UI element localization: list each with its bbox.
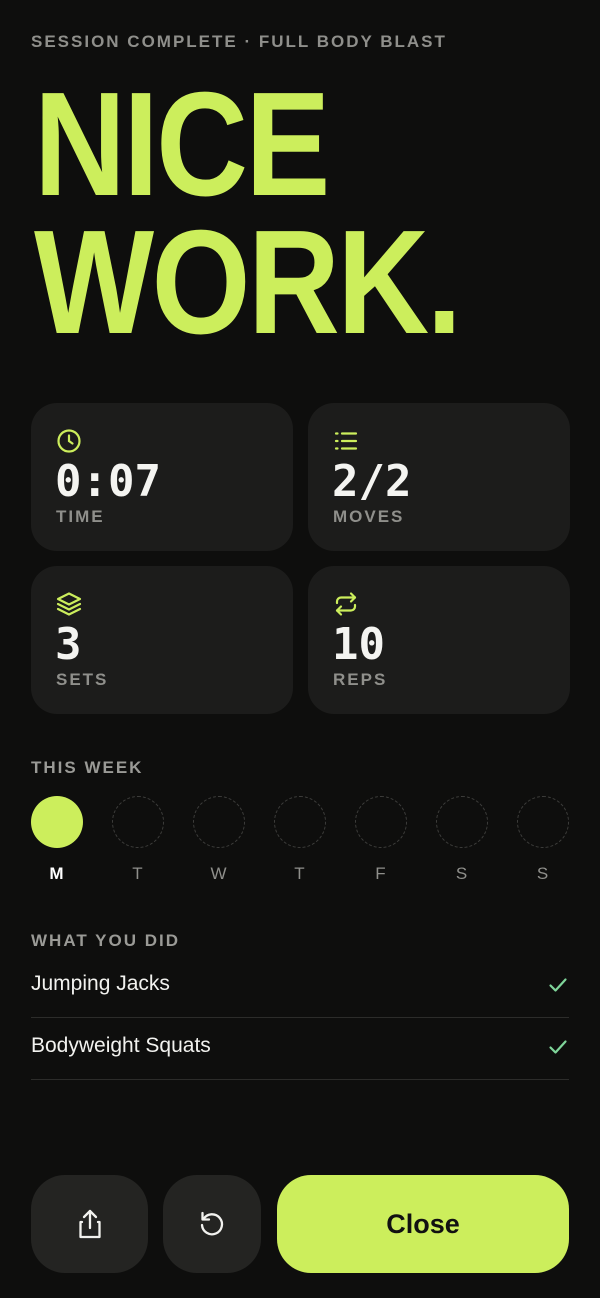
layers-icon — [56, 592, 82, 616]
day-sunday: S — [516, 796, 570, 884]
day-thursday: T — [273, 796, 327, 884]
stat-value: 10 — [332, 619, 385, 670]
exercise-name: Bodyweight Squats — [31, 1034, 211, 1057]
what-you-did-title: WHAT YOU DID — [31, 931, 180, 950]
day-circle — [436, 796, 488, 848]
hero-line-1: NICE — [34, 62, 330, 227]
list-icon — [334, 432, 358, 450]
day-letter: T — [132, 864, 144, 883]
stat-label: TIME — [56, 507, 105, 526]
day-circle-completed — [31, 796, 83, 848]
day-circle — [274, 796, 326, 848]
day-saturday: S — [435, 796, 489, 884]
repeat-icon — [335, 592, 357, 616]
day-circle — [193, 796, 245, 848]
stat-value: 0:07 — [55, 456, 161, 507]
check-icon — [549, 1040, 567, 1054]
share-button[interactable] — [31, 1175, 148, 1273]
day-tuesday: T — [111, 796, 165, 884]
clock-icon — [57, 429, 81, 453]
day-circle — [355, 796, 407, 848]
stat-value: 2/2 — [332, 456, 412, 507]
day-circle — [517, 796, 569, 848]
stat-card-sets: 3 SETS — [31, 566, 293, 714]
exercise-name: Jumping Jacks — [31, 972, 170, 995]
day-letter: T — [294, 864, 306, 883]
session-eyebrow: SESSION COMPLETE · FULL BODY BLAST — [31, 32, 447, 51]
day-letter: S — [536, 864, 550, 883]
exercise-row: Jumping Jacks — [31, 956, 569, 1018]
restart-button[interactable] — [163, 1175, 261, 1273]
hero-title: NICE WORK. — [34, 62, 462, 365]
stat-card-moves: 2/2 MOVES — [308, 403, 570, 551]
this-week-title: THIS WEEK — [31, 758, 144, 777]
share-icon — [78, 1209, 101, 1239]
day-letter: S — [455, 864, 469, 883]
stat-card-reps: 10 REPS — [308, 566, 570, 714]
day-wednesday: W — [192, 796, 246, 884]
day-monday: M — [30, 796, 84, 884]
exercise-row: Bodyweight Squats — [31, 1018, 569, 1080]
check-icon — [549, 978, 567, 992]
close-button-label: Close — [386, 1208, 460, 1239]
stat-label: REPS — [333, 670, 388, 689]
close-button[interactable]: Close — [277, 1175, 569, 1273]
day-circle — [112, 796, 164, 848]
hero-line-2: WORK. — [34, 200, 462, 365]
day-letter: F — [375, 864, 387, 883]
stat-value: 3 — [55, 619, 82, 670]
stat-label: SETS — [56, 670, 109, 689]
stat-card-time: 0:07 TIME — [31, 403, 293, 551]
stat-label: MOVES — [333, 507, 405, 526]
day-letter: W — [210, 864, 228, 883]
day-friday: F — [354, 796, 408, 884]
restart-icon — [200, 1211, 224, 1236]
day-letter: M — [49, 864, 65, 883]
